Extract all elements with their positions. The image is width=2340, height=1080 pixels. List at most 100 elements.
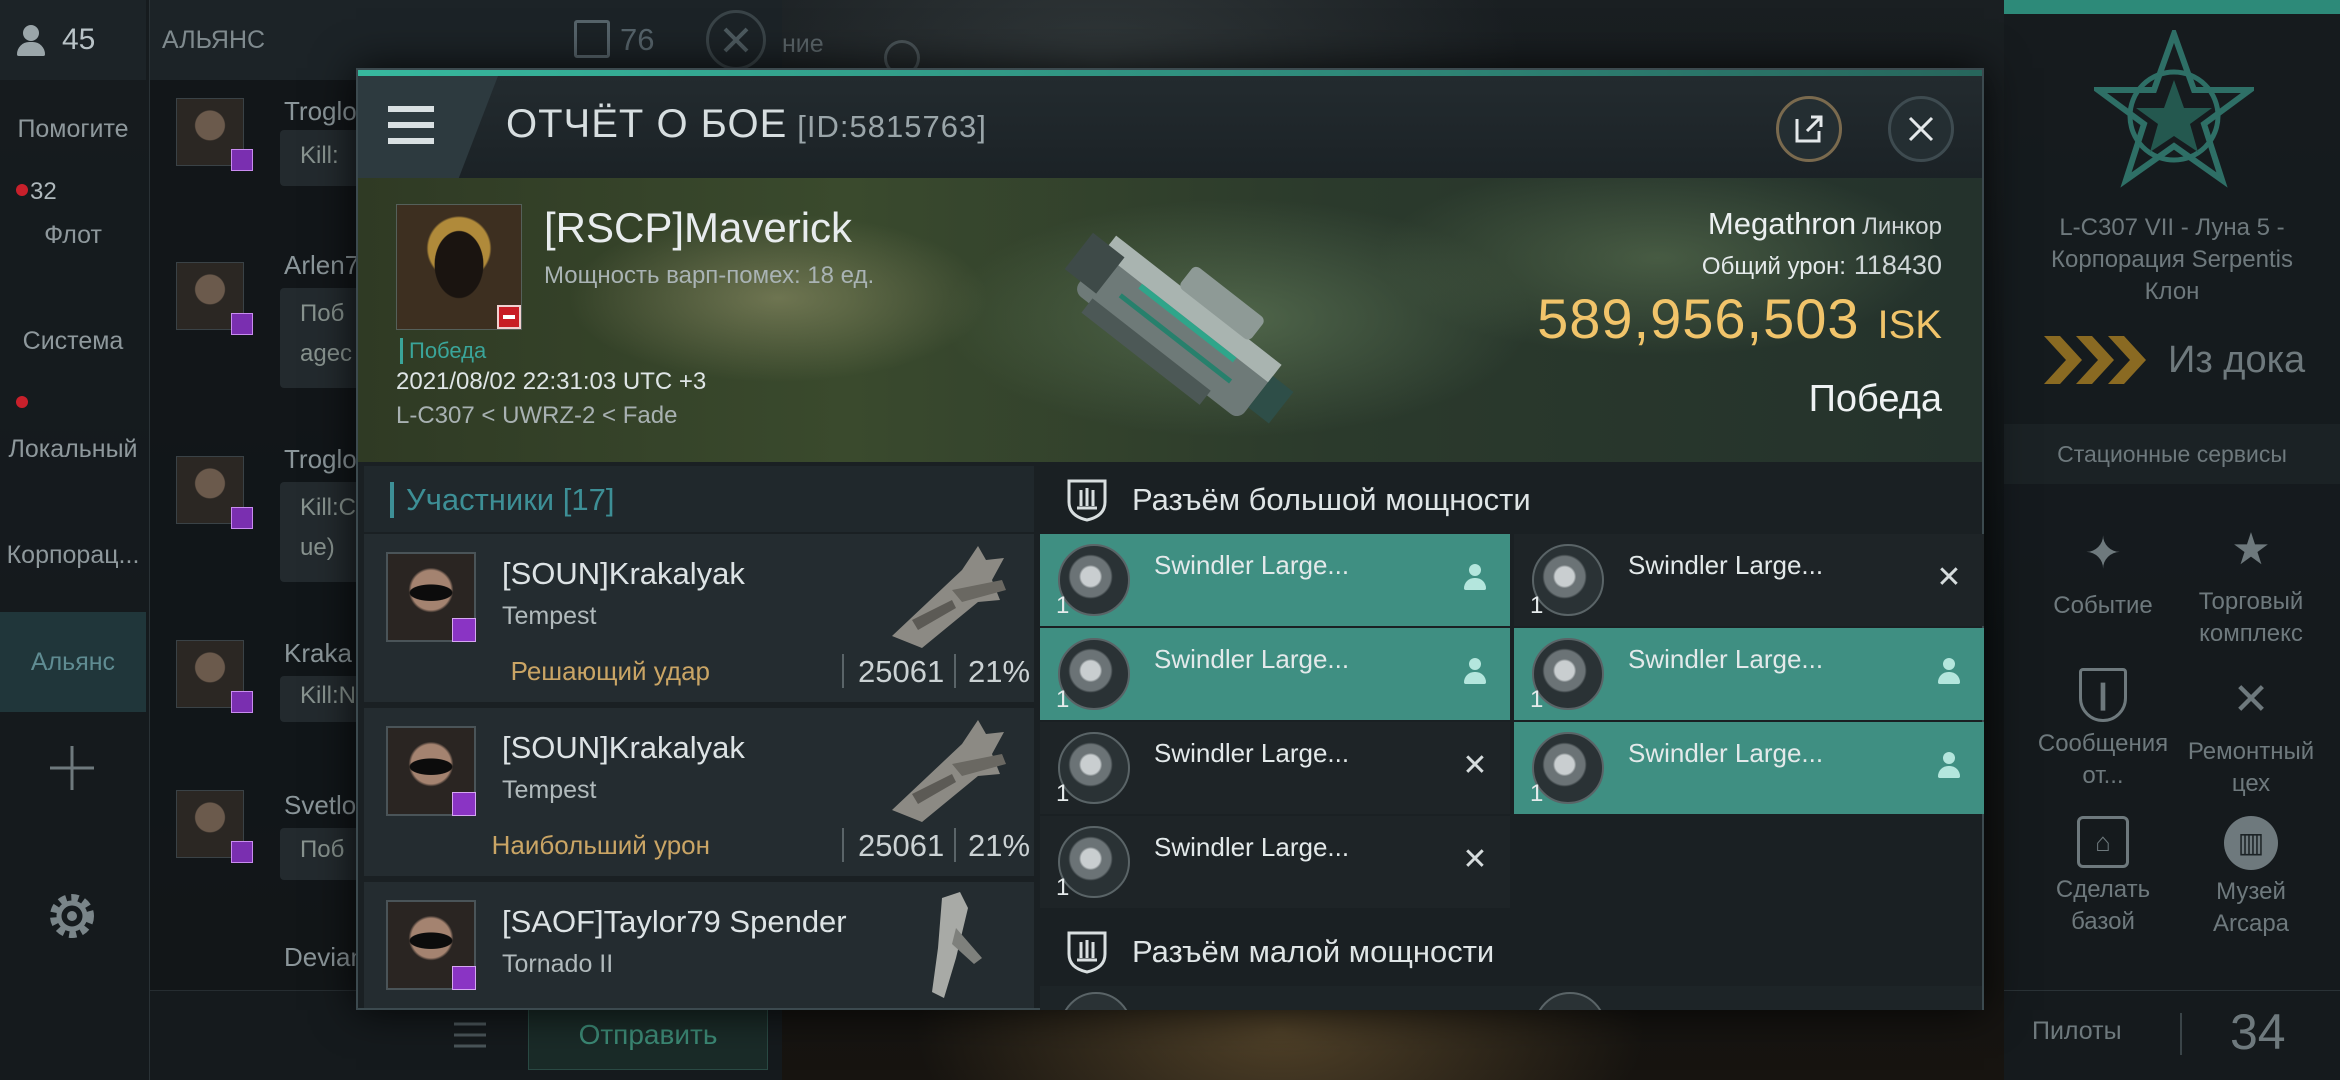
participant-row[interactable]: [SOUN]Krakalyak Tempest Наибольший урон … [364,708,1034,878]
module-slot[interactable]: 1 Swindler Large... ✕ [1040,722,1510,814]
battle-result: Победа [1808,378,1942,420]
participant-percent: 21% [968,654,1031,689]
channel-label: Помогите [17,115,129,143]
channel-fleet[interactable]: Флот [0,190,146,280]
module-qty: 1 [1530,780,1544,807]
divider [2180,1013,2182,1055]
victim-portrait[interactable] [396,204,522,330]
module-icon [1534,992,1606,1010]
avatar [176,98,253,171]
report-title: ОТЧЁТ О БОЕ [506,102,788,146]
sender-name: Svetlo [284,790,357,820]
alliance-badge [231,691,253,713]
station-location: L-C307 VII - Луна 5 - Корпорация Serpent… [2051,214,2293,305]
dropped-icon [1934,656,1964,686]
module-slot[interactable]: 1 Swindler Large... ✕ [1514,534,1984,626]
sender-name: Troglo [284,444,357,474]
home-base-icon: ⌂ [2077,816,2129,868]
online-counter[interactable]: 45 [0,0,146,80]
service-set-home[interactable]: ⌂ Сделать базой [2028,816,2178,938]
pilots-label: Пилоты [2032,1017,2122,1045]
alliance-badge [231,149,253,171]
avatar [386,726,476,816]
share-button[interactable] [1776,96,1842,162]
hamburger-icon [388,122,434,128]
module-name: Swindler Large... [1628,738,1824,768]
channel-alliance[interactable]: Альянс [0,612,146,712]
channel-corporation[interactable]: Корпорац... [0,510,146,600]
participant-row[interactable]: [SOUN]Krakalyak Tempest Решающий удар 25… [364,534,1034,704]
module-qty: 1 [1530,686,1544,713]
channel-system[interactable]: Система [0,296,146,386]
service-label: Событие [2053,592,2153,619]
dropped-icon [1460,562,1490,592]
module-name: Swindler Large... [1154,644,1350,674]
module-qty: 1 [1530,592,1544,619]
participant-damage: 25061 [858,828,945,863]
plus-icon [50,746,94,790]
participant-role: Решающий удар [510,656,710,686]
module-icon [1060,992,1132,1010]
chat-close-button[interactable] [706,10,766,70]
total-damage: Общий урон: 118430 [1702,250,1942,281]
victim-banner: [RSCP]Maverick Мощность варп-помех: 18 е… [358,178,1982,462]
add-channel-button[interactable] [46,742,98,794]
alliance-badge [452,966,476,990]
channel-help[interactable]: Помогите [0,84,146,174]
total-damage-label: Общий урон: [1701,253,1846,280]
menu-button[interactable] [358,76,498,178]
service-trade-hub[interactable]: ★ Торговый комплекс [2176,520,2326,650]
service-label: Сообщения от... [2037,730,2169,789]
participants-count: [17] [562,482,615,517]
message-count: 76 [620,22,655,57]
message-text: Kill:N [300,682,357,709]
accent-bar [2004,0,2340,14]
send-button[interactable]: Отправить [528,1000,768,1070]
tempest-ship-image [892,546,1006,648]
module-slot[interactable]: 1 Swindler Large... [1040,628,1510,720]
channel-local[interactable]: Локальный [0,404,146,494]
divider [842,654,844,688]
service-event[interactable]: ✦ Событие [2028,524,2178,622]
participant-name: [SOUN]Krakalyak [502,730,745,765]
module-slot[interactable]: 1 Swindler Large... [1514,628,1984,720]
victim-name[interactable]: [RSCP]Maverick [544,204,852,252]
museum-icon: ▥ [2224,816,2278,870]
chevron-right-icon [2044,336,2146,384]
hostile-badge [497,305,521,329]
participant-row[interactable]: [SAOF]Taylor79 Spender Tornado II [364,882,1034,1008]
service-messages[interactable]: ❙ Сообщения от... [2028,668,2178,792]
settings-button[interactable] [40,884,104,948]
participants-header: Участники [17] [364,466,1034,532]
pilots-count: 34 [2230,1004,2286,1060]
destroyed-icon: ✕ [1462,748,1488,782]
nes-star-icon: ★ [2231,525,2271,574]
channel-label: Альянс [30,648,116,676]
message-text: Kill: [300,142,339,169]
person-icon [14,23,48,57]
tempest-ship-image [892,720,1006,822]
divider [954,654,956,688]
alliance-badge [231,313,253,335]
module-name: Swindler Large... [1154,738,1350,768]
pilots-counter[interactable]: Пилоты 34 [2004,990,2340,1080]
sender-name: Troglo [284,96,357,126]
channel-label: Флот [44,221,102,249]
alliance-badge [452,618,476,642]
channel-label: Локальный [8,435,138,463]
destroyed-icon: ✕ [1462,842,1488,876]
message-list-icon[interactable] [574,20,610,58]
report-id: [ID:5815763] [797,109,987,144]
module-slot[interactable]: 1 Swindler Large... [1514,722,1984,814]
module-slot[interactable]: 1 Swindler Large... [1040,534,1510,626]
close-button[interactable] [1888,96,1954,162]
close-icon [1908,116,1934,142]
module-slot[interactable]: 1 Swindler Large... ✕ [1040,816,1510,908]
chat-menu-button[interactable] [440,1000,500,1070]
service-museum[interactable]: ▥ Музей Arcapa [2176,816,2326,940]
service-repair[interactable]: ✕ Ремонтный цех [2176,670,2326,800]
victim-ship-image[interactable] [1034,194,1314,454]
undock-button[interactable]: Из дока [2040,328,2330,392]
divider [954,828,956,862]
service-label: Сделать базой [2055,876,2151,935]
